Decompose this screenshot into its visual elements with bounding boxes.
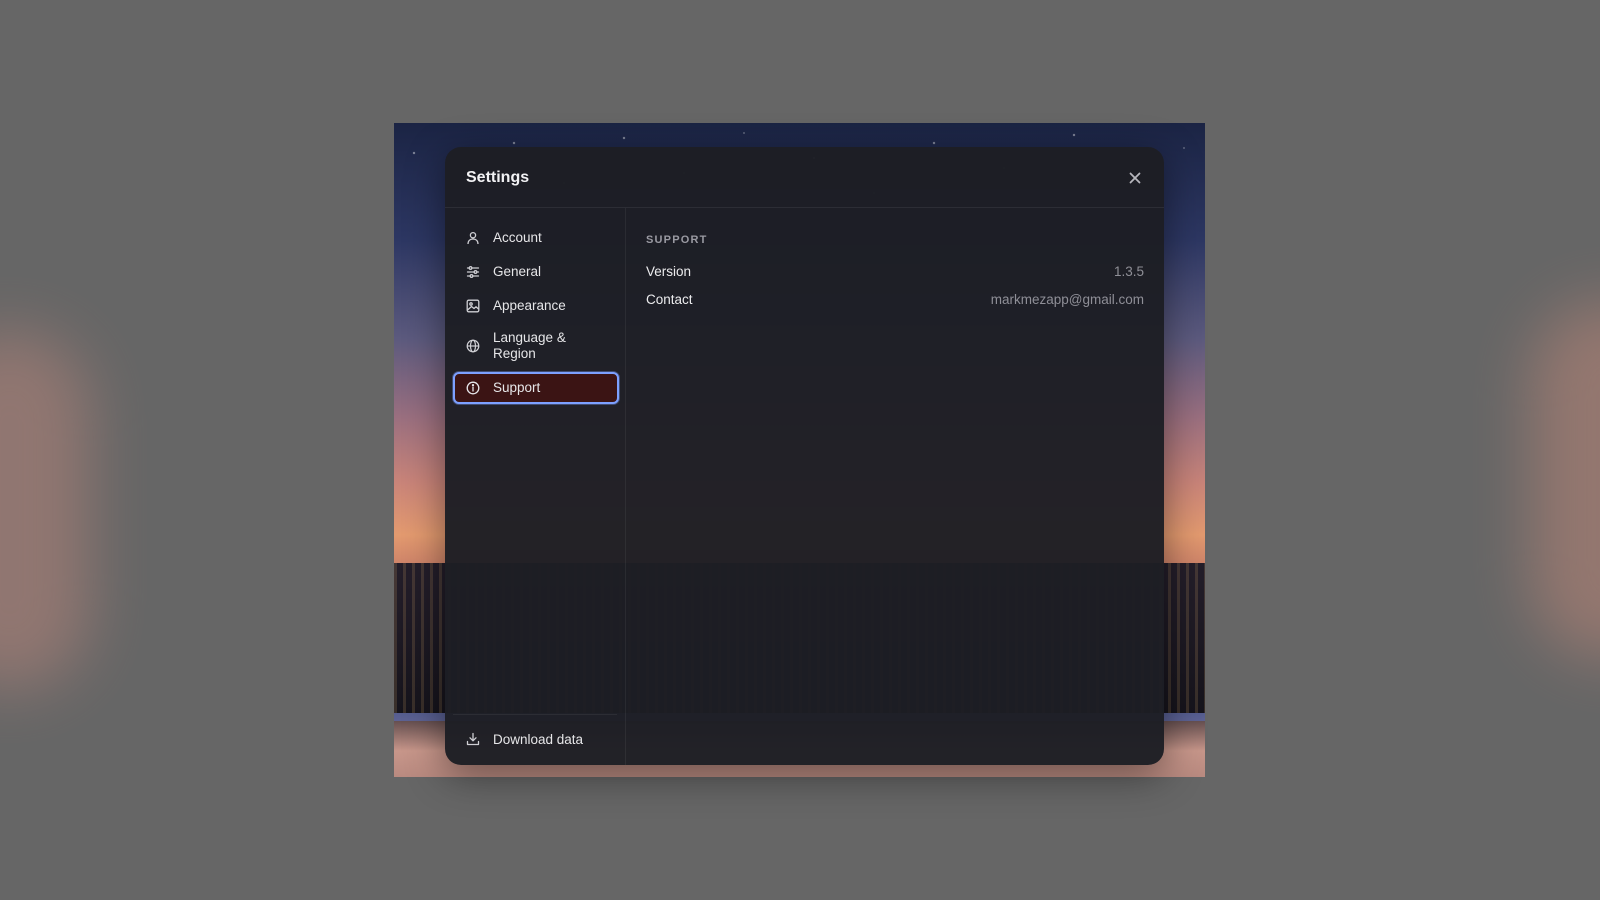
version-label: Version — [646, 263, 692, 279]
sidebar-footer: Download data — [453, 714, 617, 765]
globe-icon — [465, 338, 481, 354]
sidebar-item-label: Language & Region — [493, 330, 566, 361]
image-icon — [465, 298, 481, 314]
section-title: SUPPORT — [646, 234, 708, 246]
info-icon — [465, 380, 481, 396]
download-icon — [465, 731, 481, 747]
settings-sidebar: Account General Appearance Language & Re… — [445, 208, 626, 765]
sidebar-item-appearance[interactable]: Appearance — [453, 290, 619, 322]
sidebar-item-support[interactable]: Support — [453, 372, 619, 404]
sidebar-item-label: General — [493, 264, 542, 279]
sidebar-item-label: Support — [493, 380, 541, 395]
contact-label: Contact — [646, 291, 693, 307]
settings-dialog: Settings Account General Appearance Lang… — [445, 147, 1164, 765]
close-button[interactable] — [1124, 167, 1146, 189]
sliders-icon — [465, 264, 481, 280]
dialog-header: Settings — [445, 147, 1164, 208]
contact-email[interactable]: markmezapp@gmail.com — [991, 292, 1144, 307]
user-icon — [465, 230, 481, 246]
close-icon — [1129, 172, 1141, 184]
download-data-label: Download data — [493, 731, 584, 747]
dialog-title: Settings — [466, 169, 530, 186]
blurred-glow-left — [0, 330, 90, 690]
version-row: Version 1.3.5 — [646, 261, 1144, 281]
download-data-button[interactable]: Download data — [453, 723, 613, 755]
sidebar-item-label: Account — [493, 230, 542, 245]
sidebar-item-language-region[interactable]: Language & Region — [453, 324, 619, 368]
screen-background: Settings Account General Appearance Lang… — [0, 0, 1600, 900]
contact-row: Contact markmezapp@gmail.com — [646, 289, 1144, 309]
blurred-glow-right — [1530, 300, 1600, 660]
support-panel: SUPPORT Version 1.3.5 Contact markmezapp… — [626, 208, 1164, 765]
version-value: 1.3.5 — [1113, 263, 1144, 279]
sidebar-item-label: Appearance — [493, 298, 566, 313]
sidebar-item-account[interactable]: Account — [453, 222, 619, 254]
sidebar-nav: Account General Appearance Language & Re… — [453, 222, 619, 406]
sidebar-item-general[interactable]: General — [453, 256, 619, 288]
